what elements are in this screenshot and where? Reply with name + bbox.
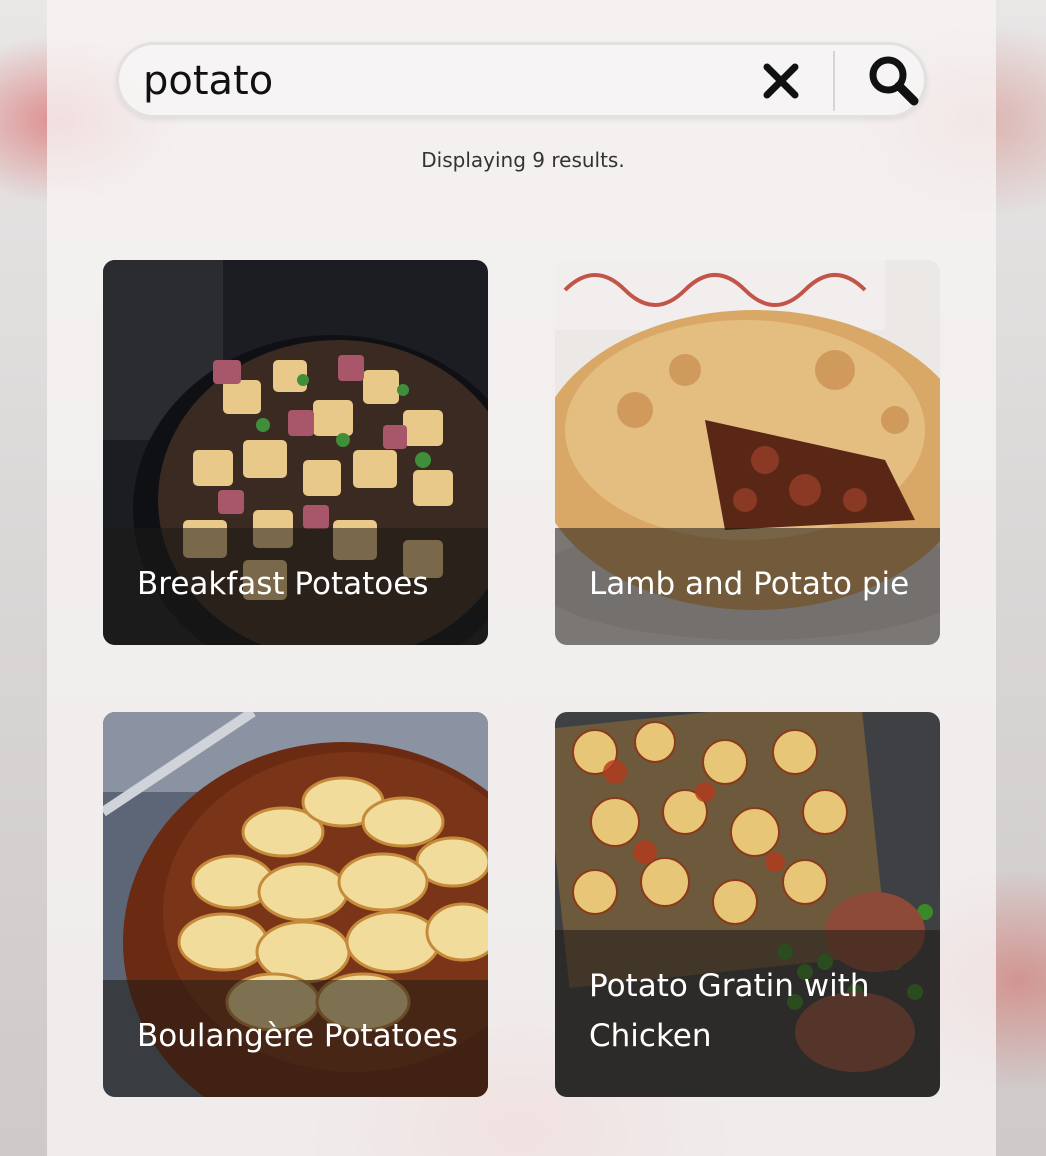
search-input[interactable] — [143, 53, 723, 109]
recipe-title: Lamb and Potato pie — [589, 566, 910, 602]
recipe-card[interactable]: Boulangère Potatoes — [103, 712, 488, 1097]
recipe-card[interactable]: Lamb and Potato pie — [555, 260, 940, 645]
clear-search-button[interactable] — [757, 57, 805, 105]
recipe-title: Potato Gratin with Chicken — [589, 968, 870, 1054]
search-bar — [116, 42, 927, 118]
recipe-title: Breakfast Potatoes — [137, 566, 429, 602]
recipe-card[interactable]: Potato Gratin with Chicken — [555, 712, 940, 1097]
result-count: Displaying 9 results. — [421, 148, 625, 172]
recipe-title: Boulangère Potatoes — [137, 1018, 458, 1054]
recipe-card[interactable]: Breakfast Potatoes — [103, 260, 488, 645]
search-divider — [833, 51, 835, 111]
close-icon — [763, 63, 799, 99]
search-button[interactable] — [865, 52, 921, 108]
search-icon — [869, 56, 919, 106]
